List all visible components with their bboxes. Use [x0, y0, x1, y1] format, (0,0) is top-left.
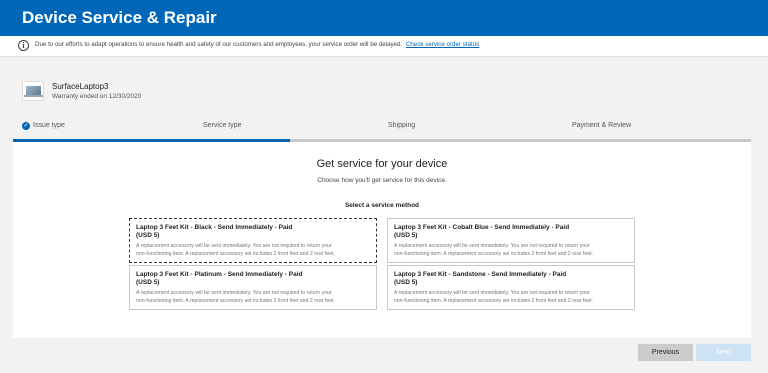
step-payment-review: Payment & Review [475, 118, 751, 142]
option-title: Laptop 3 Feet Kit - Platinum - Send Imme… [136, 271, 303, 278]
check-order-status-link[interactable]: Check service order status [406, 41, 479, 48]
next-button[interactable]: Next [696, 344, 751, 361]
option-description: A replacement accessory will be sent imm… [136, 243, 335, 257]
option-description: A replacement accessory will be sent imm… [136, 290, 335, 304]
option-title: Laptop 3 Feet Kit - Cobalt Blue - Send I… [394, 224, 570, 231]
previous-button[interactable]: Previous [638, 344, 693, 361]
step-label: Service type [203, 122, 242, 129]
step-label: Payment & Review [572, 122, 632, 129]
service-option-cobalt-blue[interactable]: Laptop 3 Feet Kit - Cobalt Blue - Send I… [387, 218, 635, 263]
option-title: Laptop 3 Feet Kit - Sandstone - Send Imm… [394, 271, 567, 278]
service-option-black[interactable]: Laptop 3 Feet Kit - Black - Send Immedia… [129, 218, 377, 263]
service-option-platinum[interactable]: Laptop 3 Feet Kit - Platinum - Send Imme… [129, 265, 377, 310]
step-shipping: Shipping [290, 118, 475, 142]
step-label: Issue type [33, 122, 65, 129]
option-description: A replacement accessory will be sent imm… [394, 290, 593, 304]
info-icon: i [18, 40, 29, 51]
panel-title: Get service for your device [316, 158, 448, 170]
panel-subtitle: Choose how you'll get service for this d… [317, 177, 447, 184]
service-panel: Get service for your device Choose how y… [13, 142, 751, 338]
notice-text: Due to our efforts to adapt operations t… [35, 41, 479, 48]
method-label: Select a service method [344, 202, 420, 209]
option-description: A replacement accessory will be sent imm… [394, 243, 593, 257]
notice-message: Due to our efforts to adapt operations t… [35, 41, 403, 48]
device-warranty: Warranty ended on 12/30/2020 [52, 93, 142, 100]
notice-banner: i Due to our efforts to adapt operations… [0, 36, 768, 57]
step-service-type: Service type [198, 118, 290, 142]
step-issue-type: ✓ Issue type [13, 118, 198, 142]
page-title: Device Service & Repair [22, 8, 217, 27]
check-circle-icon: ✓ [22, 122, 30, 130]
option-title: Laptop 3 Feet Kit - Black - Send Immedia… [136, 224, 293, 231]
laptop-icon [22, 81, 44, 101]
option-price: (USD 5) [136, 232, 160, 239]
option-price: (USD 5) [136, 279, 160, 286]
option-price: (USD 5) [394, 279, 418, 286]
progress-steps: ✓ Issue type Service type Shipping Payme… [13, 118, 751, 142]
header-bar: Device Service & Repair [0, 0, 768, 36]
option-price: (USD 5) [394, 232, 418, 239]
device-name: SurfaceLaptop3 [52, 82, 109, 91]
step-label: Shipping [388, 122, 416, 129]
service-option-sandstone[interactable]: Laptop 3 Feet Kit - Sandstone - Send Imm… [387, 265, 635, 310]
